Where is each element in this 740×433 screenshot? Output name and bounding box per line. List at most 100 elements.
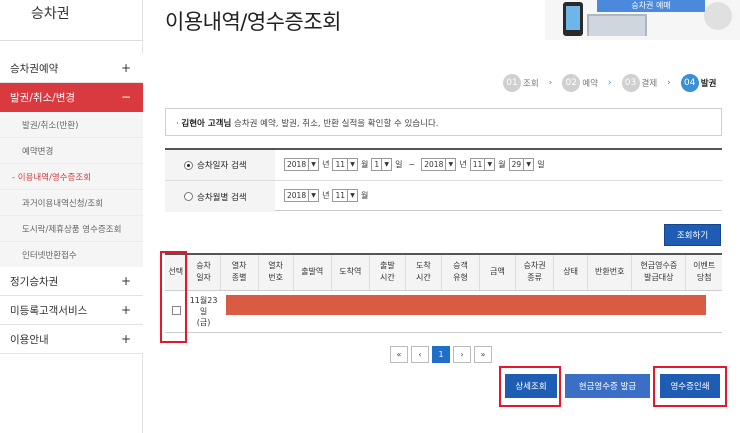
history-table: 선택 승차 일자 열차 종별 열차 번호 출발역 도착역 출발 시간 도착 시간… [165,253,722,333]
row-date-cell: 11월23일 (금) [187,290,221,333]
page-title: 이용내역/영수증조회 [165,10,341,34]
unit-month: 월 [498,160,506,169]
search-month-header: 승차월별 검색 [165,181,275,212]
table-header-row: 선택 승차 일자 열차 종별 열차 번호 출발역 도착역 출발 시간 도착 시간… [165,254,722,291]
month-month-select[interactable]: 11 ▼ [332,189,359,202]
step-number: 04 [680,74,699,92]
chevron-down-icon: ▼ [484,159,494,170]
banner-label: 승차권 예매 [597,0,705,12]
unit-year: 년 [322,160,330,169]
next-page-button[interactable]: › [453,346,471,363]
unit-year: 년 [459,160,467,169]
menu-guide[interactable]: 이용안내 + [0,325,143,354]
step-4: 04 발권 [680,74,717,92]
redacted-bar [226,295,706,315]
menu-reservation[interactable]: 승차권예약 + [0,54,143,83]
search-panel: 승차일자 검색 2018 ▼ 년 11 ▼ 월 1 ▼ 일 ~ 2018 ▼ 년 11 ▼… [165,148,722,212]
highlight-detail-button [499,366,561,407]
step-label: 발권 [700,79,717,89]
collapse-icon: − [120,90,131,104]
chevron-down-icon: ▼ [347,159,357,170]
step-3: 03 결제 [621,74,658,92]
col-amount: 금액 [479,254,517,291]
menu-label: 발권/취소/변경 [10,92,76,104]
search-row-date: 승차일자 검색 2018 ▼ 년 11 ▼ 월 1 ▼ 일 ~ 2018 ▼ 년 11 ▼… [165,150,722,181]
decoration-icon [704,2,732,30]
col-status: 상태 [553,254,589,291]
customer-name: 김현아 고객님 [181,119,232,129]
row-date: 11월23일 [189,295,218,316]
col-arr-time: 도착 시간 [405,254,442,291]
menu-label: 이용안내 [10,333,49,346]
submenu-history-receipt[interactable]: - 이용내역/영수증조회 [0,164,143,190]
step-label: 결제 [641,79,658,89]
row-weekday: (금) [196,317,211,327]
menu-issue-cancel-change[interactable]: 발권/취소/변경 − [0,83,143,112]
prev-page-button[interactable]: ‹ [411,346,429,363]
month-fields: 2018 ▼ 년 11 ▼ 월 [284,189,368,202]
highlight-receipt-button [653,366,727,407]
col-dep-time: 출발 시간 [369,254,406,291]
unit-day: 일 [395,160,403,169]
chevron-right-icon: › [667,78,671,88]
col-arrival: 도착역 [331,254,370,291]
month-year-select[interactable]: 2018 ▼ [284,189,320,202]
step-number: 03 [621,74,640,92]
step-number: 01 [503,74,521,92]
col-event: 이벤트 당첨 [685,254,722,291]
menu-label: 미등록고객서비스 [10,304,88,317]
menu-unregistered-service[interactable]: 미등록고객서비스 + [0,296,143,325]
range-tilde: ~ [408,160,416,169]
divider [0,40,143,41]
pagination: « ‹ 1 › » [390,346,492,363]
search-date-label: 승차일자 검색 [197,161,247,171]
chevron-down-icon: ▼ [381,159,391,170]
step-1: 01 조회 [503,74,539,92]
from-month-select[interactable]: 11 ▼ [332,158,359,171]
submenu-online-refund[interactable]: 인터넷반환접수 [0,242,143,268]
step-number: 02 [562,74,581,92]
phone-icon [563,2,583,36]
sidebar: 승차권 승차권예약 + 발권/취소/변경 − 발권/취소(반환) 예약변경 - … [0,0,143,433]
info-text: 승차권 예약, 발권, 취소, 반환 실적을 확인할 수 있습니다. [234,119,439,129]
menu-label: 정기승차권 [10,275,59,288]
radio-date-search[interactable] [184,160,193,170]
menu-label: 승차권예약 [10,62,59,75]
expand-icon: + [120,303,131,317]
submenu-change-reservation[interactable]: 예약변경 [0,138,143,164]
from-day-select[interactable]: 1 ▼ [371,158,393,171]
banner: 승차권 예매 [545,0,740,40]
to-year-select[interactable]: 2018 ▼ [421,158,457,171]
menu-season-ticket[interactable]: 정기승차권 + [0,267,143,296]
to-month-select[interactable]: 11 ▼ [469,158,496,171]
page-1-button[interactable]: 1 [432,346,450,363]
highlight-select-column [160,251,187,343]
bullet: · [176,119,179,129]
col-ticket-type: 승차권 종류 [515,254,555,291]
expand-icon: + [120,332,131,346]
unit-month: 월 [361,160,369,169]
to-day-select[interactable]: 29 ▼ [508,158,535,171]
submenu-past-history[interactable]: 과거이용내역신청/조회 [0,190,143,216]
submenu-lunchbox-receipt[interactable]: 도시락/제휴상품 영수증조회 [0,216,143,242]
chevron-down-icon: ▼ [523,159,533,170]
chevron-right-icon: › [548,78,553,88]
expand-icon: + [120,61,131,75]
search-date-header: 승차일자 검색 [165,150,275,180]
chevron-down-icon: ▼ [347,190,357,201]
cash-receipt-button[interactable]: 현금영수증 발급 [565,374,650,398]
from-year-select[interactable]: 2018 ▼ [284,158,320,171]
first-page-button[interactable]: « [390,346,408,363]
submenu-issue-cancel[interactable]: 발권/취소(반환) [0,112,143,138]
step-label: 조회 [523,79,539,89]
last-page-button[interactable]: » [474,346,492,363]
step-label: 예약 [582,79,598,89]
unit-month: 월 [361,191,369,200]
search-button[interactable]: 조회하기 [664,224,721,246]
monitor-icon [587,14,647,36]
radio-month-search[interactable] [184,192,193,201]
chevron-down-icon: ▼ [308,159,318,170]
chevron-down-icon: ▼ [308,190,318,201]
sidebar-title: 승차권 [31,6,70,22]
info-box: · 김현아 고객님 승차권 예약, 발권, 취소, 반환 실적을 확인할 수 있… [165,108,722,136]
